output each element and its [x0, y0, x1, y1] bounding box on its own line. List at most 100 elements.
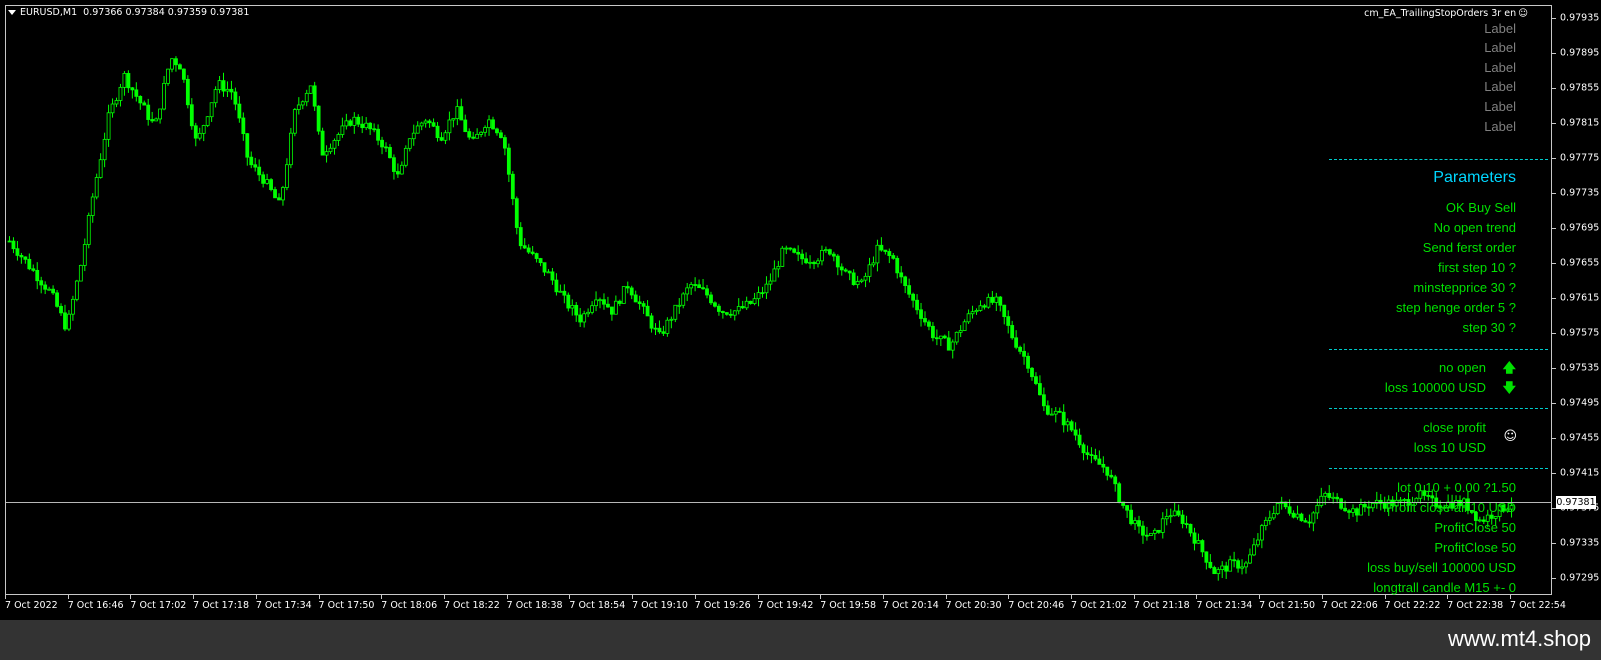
- candle-body: [768, 280, 773, 285]
- candle-body: [923, 318, 927, 323]
- candle-body: [1089, 454, 1094, 456]
- time-tick-mark: [1384, 595, 1386, 599]
- candle-body: [982, 305, 987, 308]
- arrow-up-icon[interactable]: 🡅: [1503, 359, 1516, 381]
- candle-body: [487, 119, 491, 129]
- candle-body: [1489, 514, 1494, 519]
- candle-body: [197, 132, 202, 139]
- candle-body: [594, 299, 598, 307]
- candle-body: [229, 88, 234, 93]
- candle-body: [990, 296, 995, 303]
- time-tick-mark: [569, 595, 571, 599]
- candle-body: [86, 215, 91, 245]
- candle-body: [582, 313, 587, 323]
- candle-body: [1307, 521, 1312, 524]
- candle-body: [399, 164, 404, 175]
- time-tick-label: 7 Oct 16:46: [67, 600, 124, 611]
- candle-body: [205, 116, 210, 126]
- candle-body: [970, 311, 975, 315]
- expert-advisor-name: cm_EA_TrailingStopOrders 3r en ☺: [1364, 8, 1528, 19]
- candle-body: [720, 311, 725, 314]
- chart-window[interactable]: 0.97935 0.97895 0.97855 0.97815 0.97775 0.977…: [0, 0, 1601, 620]
- price-tick-mark: [1552, 227, 1556, 229]
- candle-body: [122, 73, 127, 88]
- candle-body: [364, 122, 369, 129]
- time-tick-label: 7 Oct 18:06: [381, 600, 438, 611]
- price-tick-mark: [1552, 437, 1556, 439]
- param-line: first step 10 ?: [1437, 260, 1516, 275]
- time-tick-label: 7 Oct 21:50: [1259, 600, 1316, 611]
- time-tick-mark: [130, 595, 132, 599]
- candle-body: [221, 80, 226, 92]
- price-tick-mark: [1552, 577, 1556, 579]
- candle-body: [217, 80, 222, 91]
- candle-body: [518, 227, 523, 247]
- time-tick-mark: [1447, 595, 1449, 599]
- candle-body: [637, 301, 642, 305]
- candle-body: [63, 312, 67, 330]
- candle-body: [356, 116, 361, 125]
- time-tick-label: 7 Oct 19:58: [820, 600, 877, 611]
- label-item: Label: [1484, 40, 1516, 55]
- candle-body: [265, 179, 270, 184]
- candle-body: [285, 164, 289, 188]
- candle-body: [1366, 506, 1371, 509]
- candle-body: [118, 86, 123, 101]
- candle-body: [134, 89, 139, 97]
- candle-body: [1148, 532, 1153, 536]
- label-item: Label: [1484, 21, 1516, 36]
- time-tick-mark: [5, 595, 6, 599]
- time-scale[interactable]: 7 Oct 2022 7 Oct 16:46 7 Oct 17:02 7 Oct 17…: [5, 595, 1566, 620]
- candle-body: [201, 125, 206, 134]
- candle-body: [1327, 492, 1332, 498]
- candle-body: [142, 102, 147, 106]
- time-tick-mark: [318, 595, 320, 599]
- arrow-down-icon[interactable]: 🡇: [1503, 379, 1516, 401]
- price-tick-label: 0.97575: [1560, 327, 1600, 339]
- price-tick-label: 0.97775: [1560, 152, 1600, 164]
- candle-body: [938, 335, 943, 340]
- profit-close-text: ProfitClose 50: [1434, 520, 1516, 535]
- candle-body: [954, 331, 959, 343]
- candle-body: [796, 251, 801, 255]
- smiley-icon[interactable]: ☺: [1503, 429, 1517, 444]
- price-tick-label: 0.97455: [1560, 432, 1600, 444]
- candle-body: [728, 313, 733, 316]
- candle-body: [1184, 523, 1189, 525]
- candle-body: [911, 293, 915, 301]
- candle-body: [510, 173, 515, 200]
- price-tick-label: 0.97895: [1560, 47, 1600, 59]
- price-tick-mark: [1552, 332, 1556, 334]
- candle-body: [98, 159, 103, 178]
- candle-body: [962, 321, 967, 331]
- time-tick-mark: [443, 595, 445, 599]
- candle-body: [150, 119, 155, 122]
- time-tick-label: 7 Oct 20:14: [882, 600, 939, 611]
- candle-body: [602, 299, 606, 305]
- candle-body: [812, 261, 816, 265]
- param-line: OK Buy Sell: [1445, 200, 1516, 215]
- close-loss-text: loss 10 USD: [1413, 440, 1486, 455]
- lot-info-text: lot 0.10 + 0.00 ?1.50: [1397, 480, 1516, 495]
- candle-body: [760, 292, 765, 295]
- candle-body: [415, 125, 420, 134]
- candle-body: [1299, 513, 1304, 522]
- smiley-icon[interactable]: ☺: [1518, 8, 1528, 19]
- candle-body: [1077, 434, 1082, 446]
- candle-body: [958, 330, 963, 333]
- candle-body: [1275, 503, 1280, 515]
- candle-body: [1271, 513, 1276, 519]
- chevron-down-icon[interactable]: [8, 10, 16, 15]
- candle-body: [780, 247, 785, 267]
- candle-body: [1129, 509, 1133, 525]
- footer-site-link[interactable]: www.mt4.shop: [1448, 626, 1591, 652]
- time-tick-mark: [1259, 595, 1261, 599]
- candle-body: [31, 268, 36, 271]
- time-tick-mark: [1008, 595, 1010, 599]
- candle-body: [1049, 413, 1054, 416]
- price-tick-mark: [1552, 123, 1556, 124]
- candle-body: [574, 304, 579, 316]
- candle-body: [1105, 466, 1110, 476]
- time-tick-label: 7 Oct 21:02: [1071, 600, 1127, 611]
- candle-body: [491, 119, 495, 130]
